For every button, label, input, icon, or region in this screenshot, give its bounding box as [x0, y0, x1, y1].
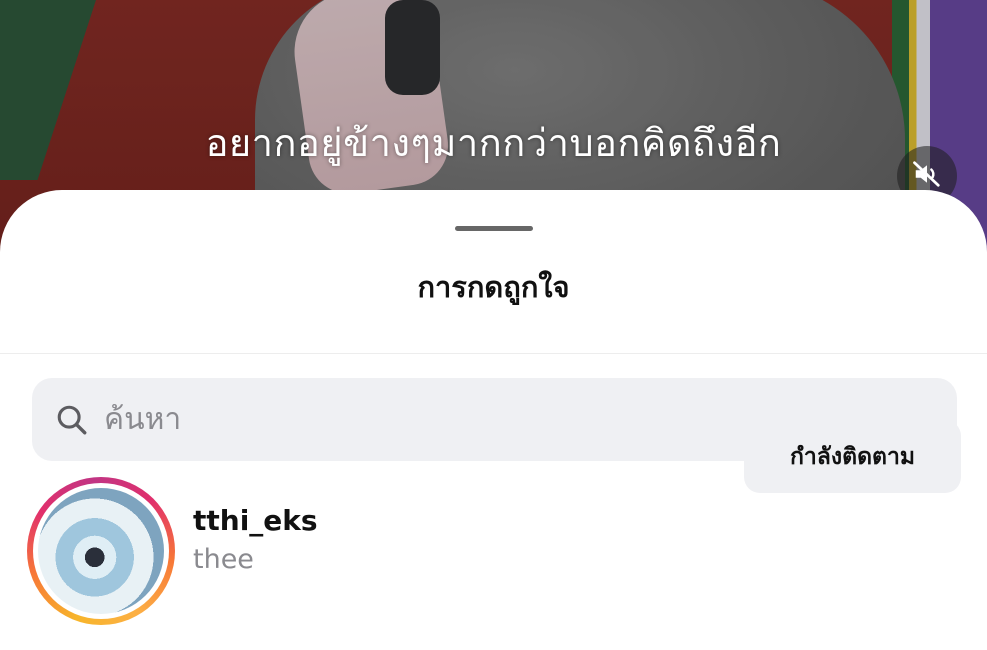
liker-username[interactable]: tthi_eks — [193, 504, 318, 537]
following-button[interactable]: กำลังติดตาม — [744, 420, 961, 493]
sheet-divider — [0, 353, 987, 354]
liker-list-item[interactable]: tthi_eks thee — [0, 474, 987, 628]
avatar — [38, 488, 164, 614]
avatar-ring-gap — [33, 483, 169, 619]
speaker-muted-icon — [912, 159, 942, 193]
search-icon — [54, 402, 90, 438]
video-caption: อยากอยู่ข้างๆมากกว่าบอกคิดถึงอีก — [205, 121, 782, 165]
likes-bottom-sheet: การกดถูกใจ tthi_eks thee กำลังติดตาม — [0, 190, 987, 650]
sheet-title: การกดถูกใจ — [417, 270, 570, 304]
liker-full-name: thee — [193, 544, 254, 575]
story-ring[interactable] — [27, 477, 175, 625]
sheet-grabber-handle[interactable] — [455, 226, 533, 231]
